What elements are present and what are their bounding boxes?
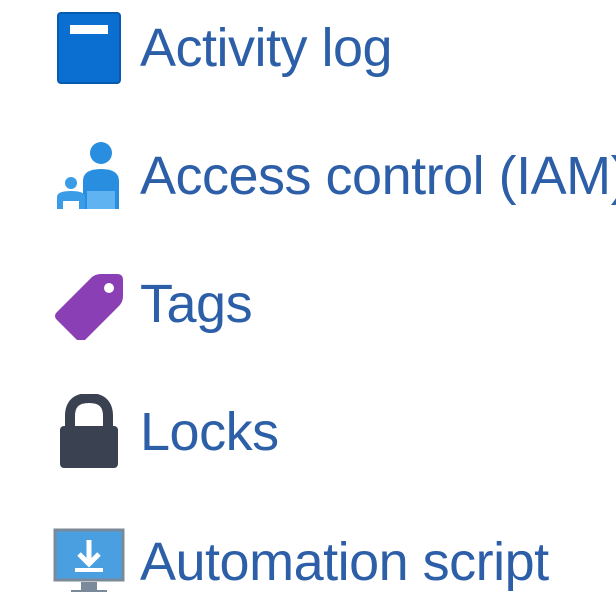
menu-item-label: Automation script xyxy=(140,532,549,592)
resource-menu: Activity log Access control (IAM) Tags L… xyxy=(0,0,616,592)
menu-item-label: Locks xyxy=(140,402,279,462)
menu-item-tags[interactable]: Tags xyxy=(50,259,253,349)
monitor-download-icon xyxy=(50,523,128,592)
activity-log-icon xyxy=(50,9,128,87)
menu-item-activity-log[interactable]: Activity log xyxy=(50,3,393,93)
menu-item-access-control[interactable]: Access control (IAM) xyxy=(50,131,616,221)
menu-item-label: Access control (IAM) xyxy=(140,146,616,206)
tag-icon xyxy=(50,265,128,343)
menu-item-label: Activity log xyxy=(140,18,393,78)
people-icon xyxy=(50,137,128,215)
lock-icon xyxy=(50,393,128,471)
menu-item-locks[interactable]: Locks xyxy=(50,387,279,477)
menu-item-label: Tags xyxy=(140,274,253,334)
menu-item-automation-script[interactable]: Automation script xyxy=(50,517,549,592)
